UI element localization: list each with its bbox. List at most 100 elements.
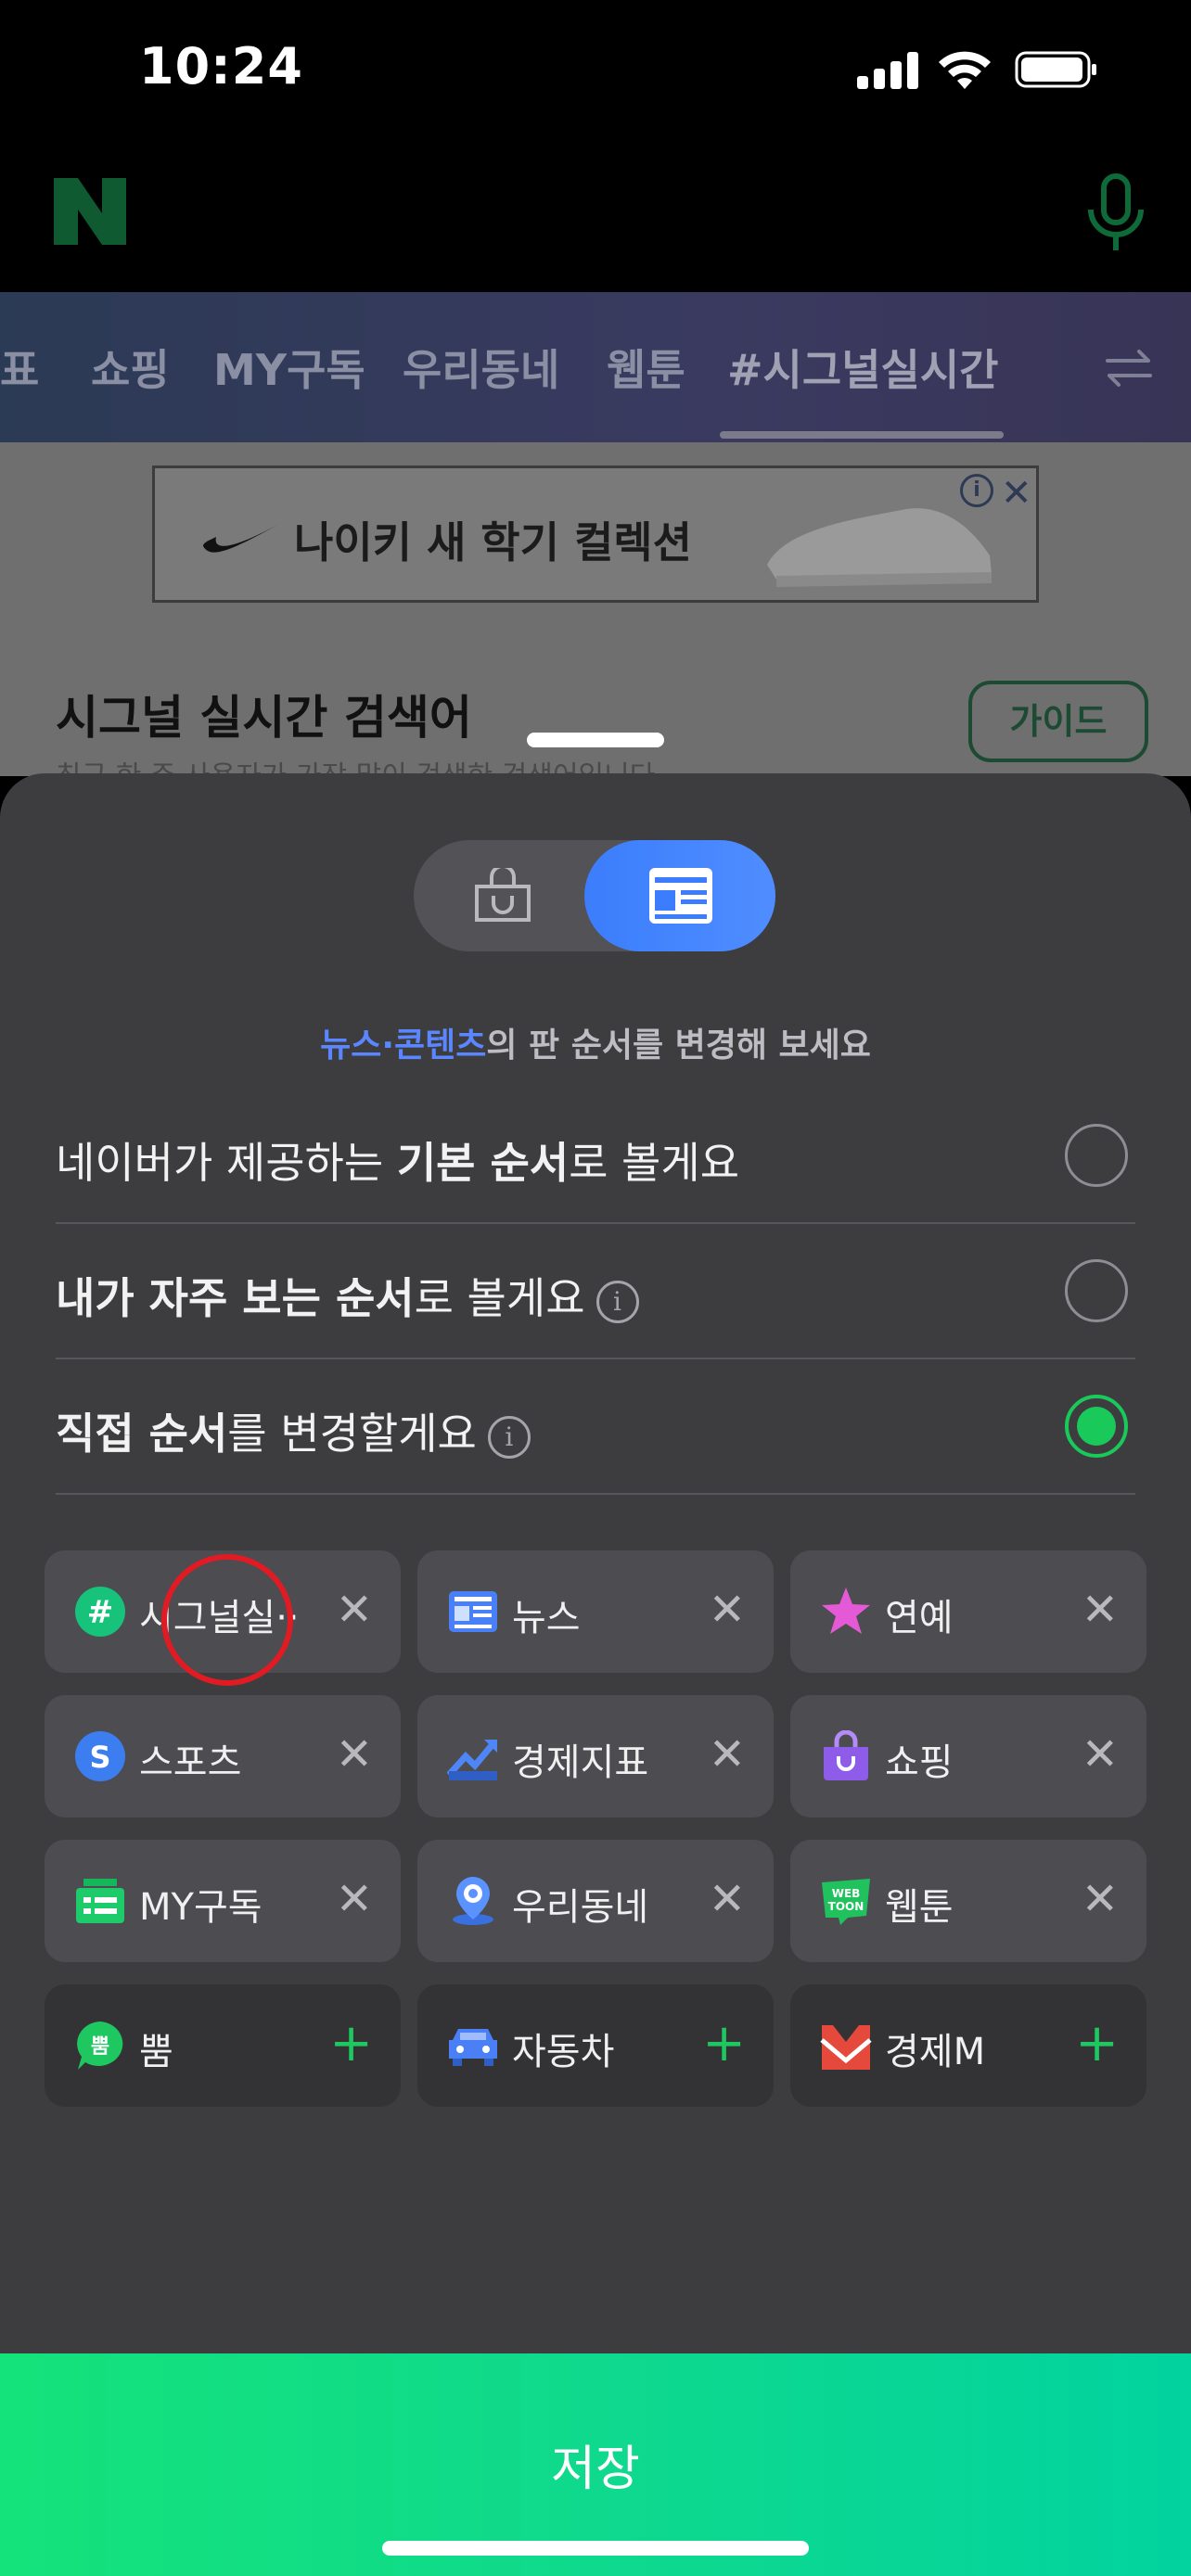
swap-arrows-icon[interactable] — [1104, 348, 1154, 389]
radio-frequent-order[interactable] — [1065, 1259, 1128, 1322]
chip-sports[interactable]: S 스포츠 ✕ — [45, 1695, 401, 1817]
hint-text: 의 판 순서를 변경해 보세요 — [486, 1027, 871, 1065]
active-tab-indicator — [720, 431, 1004, 439]
svg-text:WEB: WEB — [832, 1887, 861, 1900]
naver-header — [0, 139, 1191, 292]
battery-icon — [1015, 51, 1096, 88]
option-text: 네이버가 제공하는 — [56, 1138, 397, 1188]
cellular-signal-icon — [857, 52, 918, 89]
tab-economy-partial[interactable]: 표 — [0, 337, 39, 398]
remove-icon[interactable]: ✕ — [1082, 1582, 1119, 1638]
shopping-bag-outline-icon — [475, 868, 531, 922]
naver-logo-icon[interactable] — [54, 178, 126, 245]
remove-icon[interactable]: ✕ — [709, 1727, 746, 1782]
remove-icon[interactable]: ✕ — [709, 1582, 746, 1638]
info-icon[interactable]: i — [487, 1415, 531, 1459]
news-card-icon — [649, 868, 712, 924]
option-label: 내가 자주 보는 순서로 볼게요 i — [56, 1265, 639, 1326]
chip-economy-index[interactable]: 경제지표 ✕ — [417, 1695, 774, 1817]
section-title: 시그널 실시간 검색어 — [56, 691, 472, 745]
ppum-icon: 뿜 — [77, 2021, 123, 2070]
subscription-icon — [76, 1879, 124, 1923]
chip-neighborhood[interactable]: 우리동네 ✕ — [417, 1840, 774, 1962]
option-text: 로 볼게요 — [569, 1138, 740, 1188]
wifi-icon — [939, 51, 991, 89]
microphone-icon[interactable] — [1083, 172, 1148, 256]
tap-highlight-ring — [161, 1554, 293, 1686]
tab-shopping[interactable]: 쇼핑 — [91, 337, 170, 398]
location-icon — [453, 1877, 493, 1925]
chip-news[interactable]: 뉴스 ✕ — [417, 1550, 774, 1673]
option-frequent-order[interactable]: 내가 자주 보는 순서로 볼게요 i — [56, 1224, 1135, 1359]
option-label: 네이버가 제공하는 기본 순서로 볼게요 — [56, 1129, 739, 1191]
chip-ppum[interactable]: 뿜 뿜 + — [45, 1984, 401, 2107]
economy-m-icon — [820, 2025, 872, 2070]
category-tabbar: 표 쇼핑 MY구독 우리동네 웹툰 #시그널실시간 — [0, 292, 1191, 442]
add-icon[interactable]: + — [329, 2016, 373, 2072]
webtoon-icon: WEBTOON — [822, 1879, 870, 1925]
toggle-news-contents[interactable] — [584, 840, 775, 951]
news-icon — [449, 1591, 497, 1632]
chip-label: MY구독 — [139, 1886, 263, 1929]
order-hint: 뉴스·콘텐츠의 판 순서를 변경해 보세요 — [0, 1018, 1191, 1066]
chip-shopping[interactable]: 쇼핑 ✕ — [790, 1695, 1146, 1817]
tab-my-subscription[interactable]: MY구독 — [213, 337, 365, 398]
info-icon[interactable]: i — [596, 1280, 639, 1323]
chip-entertainment[interactable]: 연예 ✕ — [790, 1550, 1146, 1673]
chart-icon — [447, 1740, 497, 1780]
toggle-shopping[interactable] — [414, 840, 586, 951]
chip-label: 경제지표 — [512, 1741, 649, 1784]
option-text-bold: 내가 자주 보는 순서 — [56, 1273, 415, 1323]
tab-neighborhood[interactable]: 우리동네 — [403, 337, 559, 398]
sheet-drag-handle[interactable] — [527, 733, 664, 747]
radio-custom-order[interactable] — [1065, 1395, 1128, 1458]
star-icon — [822, 1588, 870, 1634]
ad-info-icon[interactable]: i — [960, 474, 993, 507]
car-icon — [449, 2029, 497, 2066]
guide-button[interactable]: 가이드 — [968, 681, 1148, 762]
ad-banner[interactable]: 나이키 새 학기 컬렉션 i ✕ — [152, 465, 1039, 603]
chip-webtoon[interactable]: WEB TOON 웹툰 ✕ — [790, 1840, 1146, 1962]
remove-icon[interactable]: ✕ — [336, 1582, 373, 1638]
radio-default-order[interactable] — [1065, 1124, 1128, 1187]
remove-icon[interactable]: ✕ — [336, 1871, 373, 1927]
ad-text: 나이키 새 학기 컬렉션 — [294, 517, 692, 567]
chip-label: 우리동네 — [512, 1886, 649, 1929]
add-icon[interactable]: + — [702, 2016, 746, 2072]
tab-signal-realtime[interactable]: #시그널실시간 — [727, 337, 998, 398]
svg-text:TOON: TOON — [828, 1900, 864, 1913]
shopping-bag-icon — [824, 1730, 868, 1780]
chip-label: 뉴스 — [512, 1597, 581, 1639]
chip-car[interactable]: 자동차 + — [417, 1984, 774, 2107]
content-type-toggle[interactable] — [414, 840, 775, 951]
hashtag-icon: # — [75, 1587, 125, 1637]
ad-close-icon[interactable]: ✕ — [1001, 472, 1032, 515]
option-text-bold: 직접 순서 — [56, 1409, 228, 1459]
chip-label: 경제M — [885, 2031, 986, 2073]
tab-webtoon[interactable]: 웹툰 — [607, 337, 685, 398]
remove-icon[interactable]: ✕ — [1082, 1871, 1119, 1927]
order-settings-sheet: 뉴스·콘텐츠의 판 순서를 변경해 보세요 네이버가 제공하는 기본 순서로 볼… — [0, 773, 1191, 2576]
chip-label: 뿜 — [139, 2031, 173, 2073]
option-custom-order[interactable]: 직접 순서를 변경할게요 i — [56, 1359, 1135, 1495]
remove-icon[interactable]: ✕ — [709, 1871, 746, 1927]
save-button-label: 저장 — [551, 2442, 640, 2496]
status-bar: 10:24 — [0, 0, 1191, 139]
nike-swoosh-icon — [203, 524, 279, 553]
option-text-bold: 기본 순서 — [396, 1138, 570, 1188]
chip-economy-m[interactable]: 경제M + — [790, 1984, 1146, 2107]
option-default-order[interactable]: 네이버가 제공하는 기본 순서로 볼게요 — [56, 1089, 1135, 1224]
option-text: 를 변경할게요 — [227, 1409, 477, 1459]
svg-text:S: S — [89, 1740, 110, 1775]
status-time: 10:24 — [139, 37, 303, 96]
chip-label: 연예 — [885, 1597, 954, 1639]
remove-icon[interactable]: ✕ — [336, 1727, 373, 1782]
remove-icon[interactable]: ✕ — [1082, 1727, 1119, 1782]
chip-label: 자동차 — [512, 2031, 615, 2073]
hint-accent: 뉴스·콘텐츠 — [320, 1027, 487, 1065]
chip-my-subscription[interactable]: MY구독 ✕ — [45, 1840, 401, 1962]
add-icon[interactable]: + — [1075, 2016, 1119, 2072]
home-indicator — [382, 2541, 809, 2556]
option-text: 로 볼게요 — [414, 1273, 585, 1323]
chip-label: 스포츠 — [139, 1741, 242, 1784]
